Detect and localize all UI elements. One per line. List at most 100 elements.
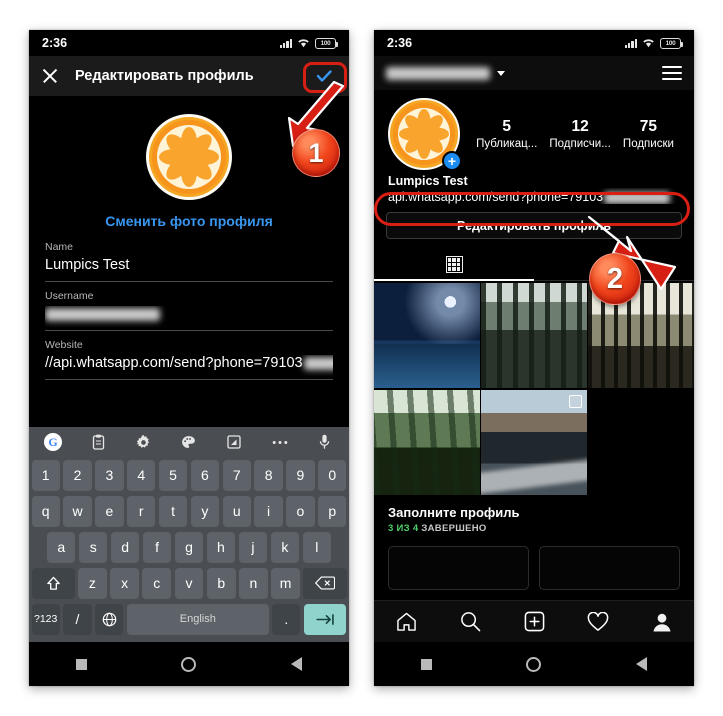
key[interactable]: 5 <box>158 459 188 491</box>
redacted-username <box>45 307 160 321</box>
profile-avatar[interactable]: + <box>388 98 462 171</box>
complete-profile-card[interactable] <box>388 546 529 591</box>
grid-cell[interactable] <box>374 282 480 389</box>
key[interactable]: m <box>271 567 300 599</box>
gear-icon[interactable] <box>132 432 156 452</box>
key[interactable]: 8 <box>254 459 283 491</box>
home-circle-icon[interactable] <box>181 656 197 672</box>
key[interactable]: y <box>190 495 220 527</box>
key[interactable]: o <box>286 495 315 527</box>
key[interactable]: n <box>239 567 268 599</box>
key[interactable]: z <box>78 567 107 599</box>
complete-profile-progress: 3 ИЗ 4 ЗАВЕРШЕНО <box>388 523 680 534</box>
add-post-icon[interactable] <box>523 610 546 633</box>
tab-active-underline <box>374 279 534 281</box>
field-username-label: Username <box>45 290 94 302</box>
change-photo-link[interactable]: Сменить фото профиля <box>29 213 349 229</box>
keyboard-row-z: z x c v b n m <box>29 565 349 601</box>
key[interactable]: v <box>174 567 204 599</box>
field-website-input[interactable]: //api.whatsapp.com/send?phone=79103 <box>45 355 333 380</box>
field-name-input[interactable]: Lumpics Test <box>45 257 333 282</box>
grid-cell[interactable] <box>374 389 480 496</box>
google-icon[interactable]: G <box>41 432 65 452</box>
avatar-orange-slice-icon[interactable] <box>146 114 232 200</box>
grid-cell[interactable] <box>481 389 587 496</box>
key[interactable]: u <box>222 495 251 527</box>
key[interactable]: 7 <box>222 459 251 491</box>
key[interactable]: i <box>254 495 283 527</box>
key[interactable]: w <box>63 495 92 527</box>
key[interactable]: 0 <box>318 459 347 491</box>
palette-icon[interactable] <box>177 432 201 452</box>
stat-followers[interactable]: 12 Подписчи... <box>549 118 610 150</box>
keyboard-row-numbers: 1 2 3 4 5 6 7 8 9 0 <box>29 457 349 493</box>
recents-square-icon[interactable] <box>421 658 433 670</box>
field-name-label: Name <box>45 241 74 253</box>
battery-icon: 100 <box>660 37 683 49</box>
username-dropdown[interactable] <box>386 66 505 80</box>
add-story-plus-icon[interactable]: + <box>442 151 462 171</box>
key[interactable]: j <box>238 531 268 563</box>
period-key[interactable]: . <box>272 603 301 635</box>
key[interactable]: b <box>206 567 236 599</box>
key[interactable]: e <box>95 495 124 527</box>
profile-tabs <box>374 249 694 281</box>
stat-posts-value: 5 <box>502 118 511 135</box>
back-triangle-icon[interactable] <box>290 657 302 671</box>
key[interactable]: f <box>142 531 172 563</box>
language-globe-icon[interactable] <box>95 603 124 635</box>
key[interactable]: 4 <box>127 459 156 491</box>
key[interactable]: a <box>47 531 76 563</box>
android-nav-bar-right <box>374 642 694 686</box>
backspace-key[interactable] <box>303 567 347 599</box>
key[interactable]: 6 <box>190 459 220 491</box>
home-circle-icon[interactable] <box>526 656 542 672</box>
key[interactable]: k <box>270 531 300 563</box>
stat-posts[interactable]: 5 Публикац... <box>476 118 537 150</box>
shift-key[interactable] <box>31 567 75 599</box>
confirm-check-button[interactable] <box>311 65 337 87</box>
complete-profile-card[interactable] <box>539 546 680 591</box>
key[interactable]: 3 <box>95 459 124 491</box>
key[interactable]: 1 <box>31 459 60 491</box>
field-username-input[interactable] <box>45 306 333 331</box>
key[interactable]: x <box>110 567 139 599</box>
field-website-label: Website <box>45 339 83 351</box>
enter-key[interactable] <box>303 603 347 635</box>
microphone-icon[interactable] <box>313 432 337 452</box>
key[interactable]: t <box>158 495 188 527</box>
key[interactable]: 9 <box>286 459 315 491</box>
grid-cell[interactable] <box>481 282 587 389</box>
key[interactable]: g <box>174 531 204 563</box>
recents-square-icon[interactable] <box>76 658 88 670</box>
key[interactable]: 2 <box>63 459 92 491</box>
symbols-key[interactable]: ?123 <box>31 603 60 635</box>
phone-right-instagram-profile: 2:36 100 + 5 Публикац... 12 Подписчи... … <box>374 30 694 686</box>
clipboard-icon[interactable] <box>86 432 110 452</box>
hamburger-menu-icon[interactable] <box>662 66 682 80</box>
tab-grid[interactable] <box>374 249 534 280</box>
stat-following[interactable]: 75 Подписки <box>623 118 674 150</box>
profile-website-link[interactable]: api.whatsapp.com/send?phone=79103 <box>374 188 694 204</box>
back-triangle-icon[interactable] <box>635 657 647 671</box>
space-key[interactable]: English <box>126 603 269 635</box>
key[interactable]: d <box>110 531 140 563</box>
home-icon[interactable] <box>395 610 418 633</box>
sticker-icon[interactable] <box>222 432 246 452</box>
key[interactable]: r <box>127 495 156 527</box>
profile-avatar-icon[interactable] <box>651 610 674 633</box>
more-icon[interactable] <box>268 432 292 452</box>
heart-icon[interactable] <box>587 610 610 633</box>
search-icon[interactable] <box>459 610 482 633</box>
close-icon[interactable] <box>41 67 59 85</box>
key[interactable]: c <box>142 567 172 599</box>
edit-profile-button[interactable]: Редактировать профиль <box>386 212 682 239</box>
key[interactable]: q <box>31 495 60 527</box>
slash-key[interactable]: / <box>63 603 92 635</box>
instagram-bottom-nav <box>374 600 694 642</box>
key[interactable]: h <box>206 531 236 563</box>
key[interactable]: l <box>302 531 331 563</box>
key[interactable]: p <box>318 495 347 527</box>
key[interactable]: s <box>78 531 108 563</box>
field-website-text: //api.whatsapp.com/send?phone=79103 <box>45 355 303 371</box>
